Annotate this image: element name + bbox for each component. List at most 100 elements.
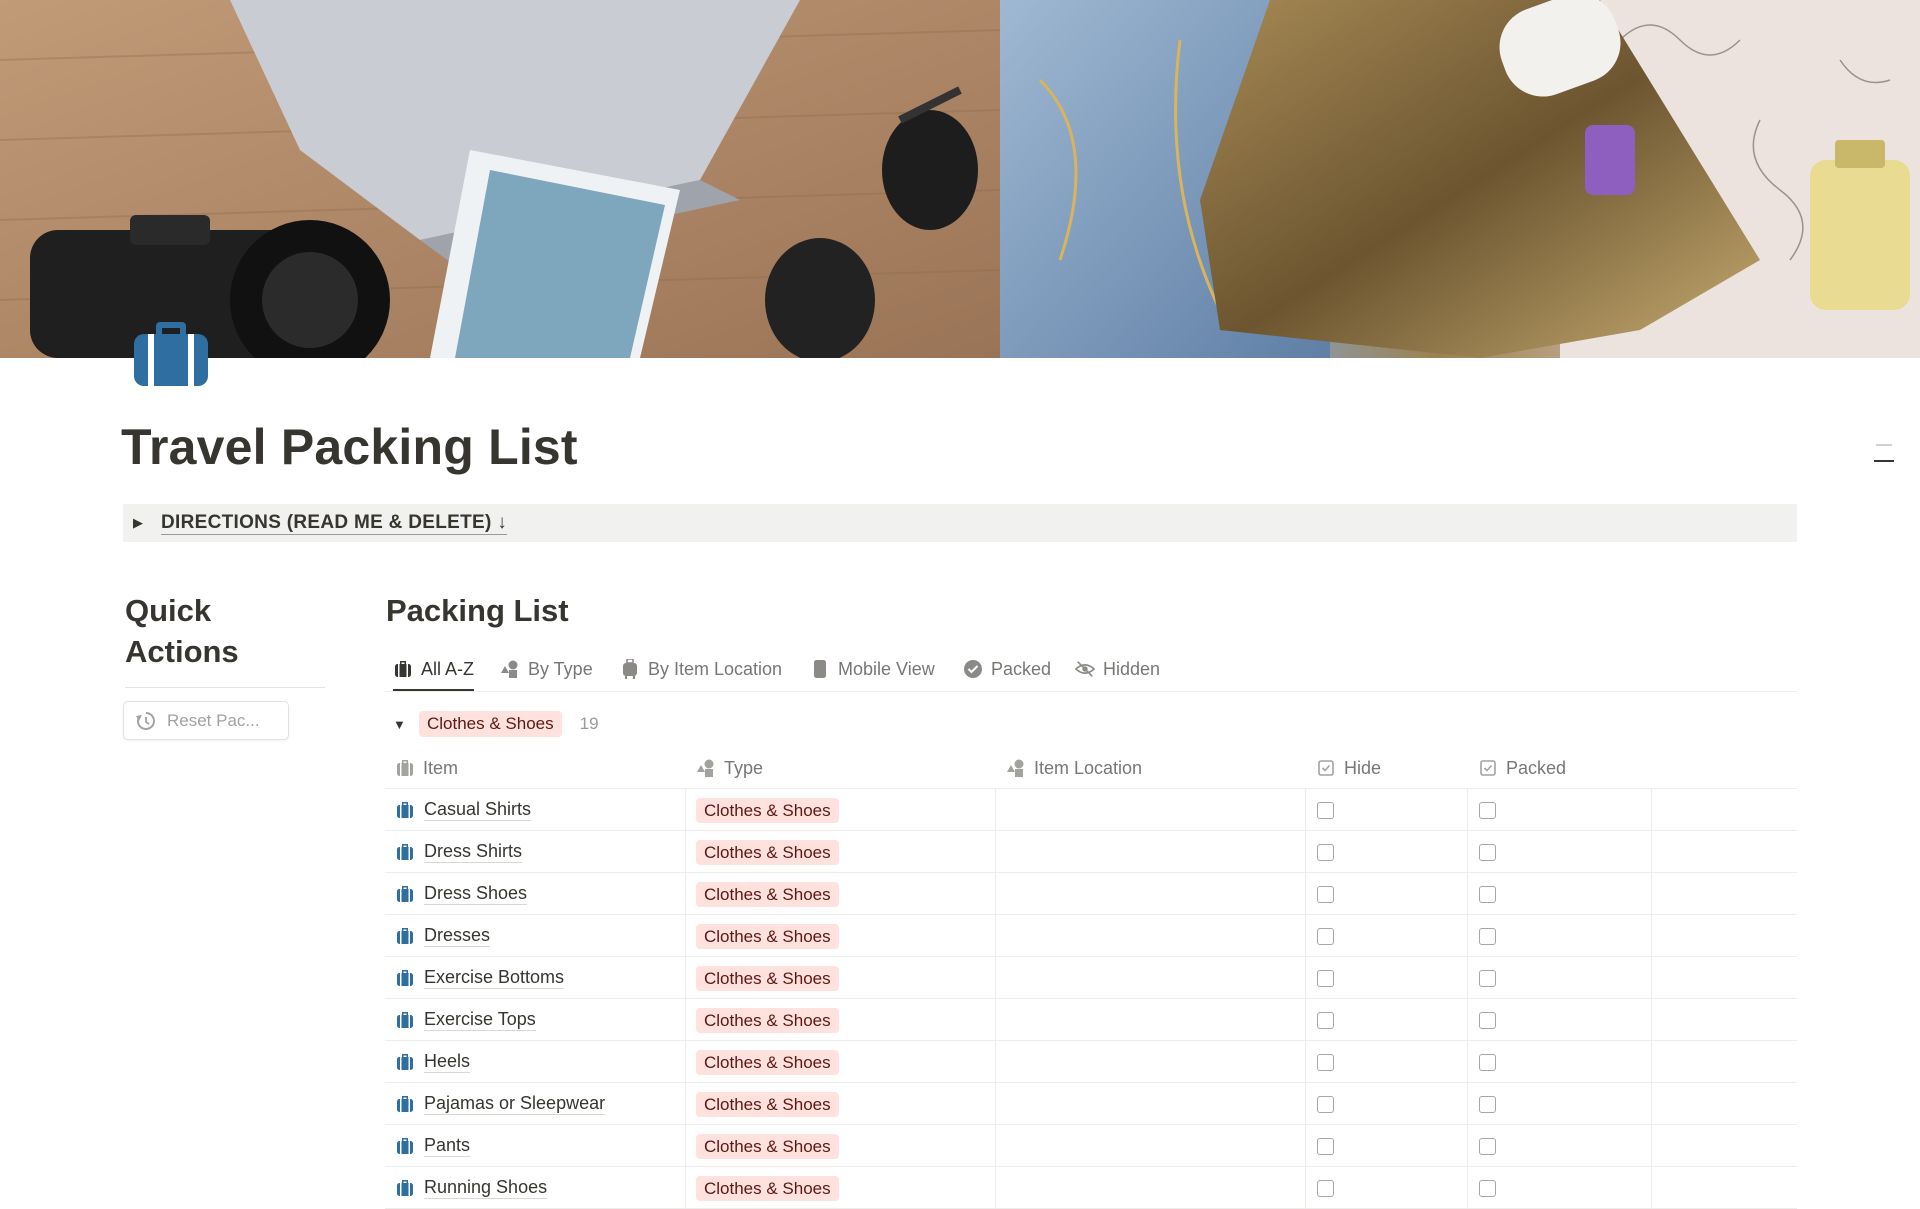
cell-type[interactable]: Clothes & Shoes (685, 957, 995, 999)
cell-item-location[interactable] (995, 957, 1305, 999)
cell-item[interactable]: Dresses (385, 915, 685, 957)
cell-type[interactable]: Clothes & Shoes (685, 789, 995, 831)
cell-item[interactable]: Dress Shirts (385, 831, 685, 873)
hide-checkbox[interactable] (1317, 927, 1334, 945)
table-row[interactable]: Running Shoes Clothes & Shoes (385, 1167, 1797, 1209)
item-name[interactable]: Pajamas or Sleepwear (424, 1093, 606, 1115)
column-header-packed[interactable]: Packed (1467, 747, 1651, 789)
cell-type[interactable]: Clothes & Shoes (685, 1167, 995, 1209)
tab-by-type[interactable]: By Type (500, 648, 593, 690)
hide-checkbox[interactable] (1317, 1095, 1334, 1113)
cell-item[interactable]: Pants (385, 1125, 685, 1167)
column-header-type[interactable]: Type (685, 747, 995, 789)
packed-checkbox[interactable] (1479, 969, 1496, 987)
table-of-contents-button[interactable] (1872, 440, 1894, 466)
cell-packed (1467, 999, 1651, 1041)
table-row[interactable]: Exercise Bottoms Clothes & Shoes (385, 957, 1797, 999)
cell-item-location[interactable] (995, 1167, 1305, 1209)
cell-item[interactable]: Dress Shoes (385, 873, 685, 915)
item-name[interactable]: Exercise Bottoms (424, 967, 565, 989)
table-row[interactable]: Casual Shirts Clothes & Shoes (385, 789, 1797, 831)
cell-type[interactable]: Clothes & Shoes (685, 915, 995, 957)
database-title[interactable]: Packing List (386, 590, 569, 632)
cell-item-location[interactable] (995, 831, 1305, 873)
cell-type[interactable]: Clothes & Shoes (685, 873, 995, 915)
cell-item-location[interactable] (995, 999, 1305, 1041)
hide-checkbox[interactable] (1317, 969, 1334, 987)
hide-checkbox[interactable] (1317, 1179, 1334, 1197)
tab-mobile-view[interactable]: Mobile View (810, 648, 935, 690)
cell-hide (1305, 789, 1467, 831)
cell-item[interactable]: Exercise Tops (385, 999, 685, 1041)
cell-empty (1651, 915, 1797, 957)
column-header-location[interactable]: Item Location (995, 747, 1305, 789)
packed-checkbox[interactable] (1479, 1137, 1496, 1155)
cell-item[interactable]: Pajamas or Sleepwear (385, 1083, 685, 1125)
group-label[interactable]: Clothes & Shoes (419, 711, 562, 737)
hide-checkbox[interactable] (1317, 843, 1334, 861)
table-row[interactable]: Dress Shoes Clothes & Shoes (385, 873, 1797, 915)
table-row[interactable]: Pants Clothes & Shoes (385, 1125, 1797, 1167)
cell-item-location[interactable] (995, 1083, 1305, 1125)
hide-checkbox[interactable] (1317, 1053, 1334, 1071)
cell-hide (1305, 831, 1467, 873)
cell-item-location[interactable] (995, 1041, 1305, 1083)
shapes-icon (696, 758, 716, 778)
cell-item-location[interactable] (995, 1125, 1305, 1167)
cell-item[interactable]: Running Shoes (385, 1167, 685, 1209)
item-name[interactable]: Casual Shirts (424, 799, 532, 821)
tab-all-a-z[interactable]: All A-Z (393, 648, 475, 691)
table-row[interactable]: Heels Clothes & Shoes (385, 1041, 1797, 1083)
hide-checkbox[interactable] (1317, 885, 1334, 903)
tab-hidden[interactable]: Hidden (1075, 648, 1160, 690)
packed-checkbox[interactable] (1479, 1095, 1496, 1113)
packed-checkbox[interactable] (1479, 1053, 1496, 1071)
cell-hide (1305, 873, 1467, 915)
hide-checkbox[interactable] (1317, 801, 1334, 819)
cell-type[interactable]: Clothes & Shoes (685, 831, 995, 873)
cell-item[interactable]: Exercise Bottoms (385, 957, 685, 999)
table-row[interactable]: Pajamas or Sleepwear Clothes & Shoes (385, 1083, 1797, 1125)
packed-checkbox[interactable] (1479, 1011, 1496, 1029)
cell-item-location[interactable] (995, 873, 1305, 915)
group-toggle-icon[interactable]: ▼ (393, 717, 407, 732)
packed-checkbox[interactable] (1479, 927, 1496, 945)
item-name[interactable]: Pants (424, 1135, 471, 1157)
type-tag: Clothes & Shoes (696, 923, 839, 949)
column-header-item[interactable]: Item (385, 747, 685, 789)
packed-checkbox[interactable] (1479, 1179, 1496, 1197)
column-header-hide[interactable]: Hide (1305, 747, 1467, 789)
item-name[interactable]: Heels (424, 1051, 471, 1073)
item-name[interactable]: Dresses (424, 925, 491, 947)
column-header-add (1651, 747, 1797, 789)
reset-packed-button[interactable]: Reset Pac... (123, 701, 289, 740)
tab-packed[interactable]: Packed (963, 648, 1051, 690)
item-name[interactable]: Running Shoes (424, 1177, 548, 1199)
cell-type[interactable]: Clothes & Shoes (685, 1083, 995, 1125)
table-row[interactable]: Dresses Clothes & Shoes (385, 915, 1797, 957)
packed-checkbox[interactable] (1479, 843, 1496, 861)
page-title[interactable]: Travel Packing List (121, 418, 578, 476)
packed-checkbox[interactable] (1479, 885, 1496, 903)
cell-item[interactable]: Heels (385, 1041, 685, 1083)
tab-label: By Type (528, 658, 593, 679)
cell-type[interactable]: Clothes & Shoes (685, 999, 995, 1041)
cell-item-location[interactable] (995, 915, 1305, 957)
cell-item[interactable]: Casual Shirts (385, 789, 685, 831)
tab-by-item-location[interactable]: By Item Location (620, 648, 782, 690)
page-suitcase-icon[interactable] (132, 316, 210, 390)
directions-toggle[interactable]: ▶ DIRECTIONS (READ ME & DELETE) ↓ (123, 504, 1797, 542)
item-name[interactable]: Dress Shoes (424, 883, 528, 905)
directions-label[interactable]: DIRECTIONS (READ ME & DELETE) ↓ (161, 512, 508, 535)
item-name[interactable]: Dress Shirts (424, 841, 523, 863)
packed-checkbox[interactable] (1479, 801, 1496, 819)
cell-item-location[interactable] (995, 789, 1305, 831)
item-name[interactable]: Exercise Tops (424, 1009, 536, 1031)
toggle-triangle-icon[interactable]: ▶ (133, 515, 147, 531)
table-row[interactable]: Exercise Tops Clothes & Shoes (385, 999, 1797, 1041)
hide-checkbox[interactable] (1317, 1011, 1334, 1029)
cell-type[interactable]: Clothes & Shoes (685, 1125, 995, 1167)
hide-checkbox[interactable] (1317, 1137, 1334, 1155)
table-row[interactable]: Dress Shirts Clothes & Shoes (385, 831, 1797, 873)
cell-type[interactable]: Clothes & Shoes (685, 1041, 995, 1083)
